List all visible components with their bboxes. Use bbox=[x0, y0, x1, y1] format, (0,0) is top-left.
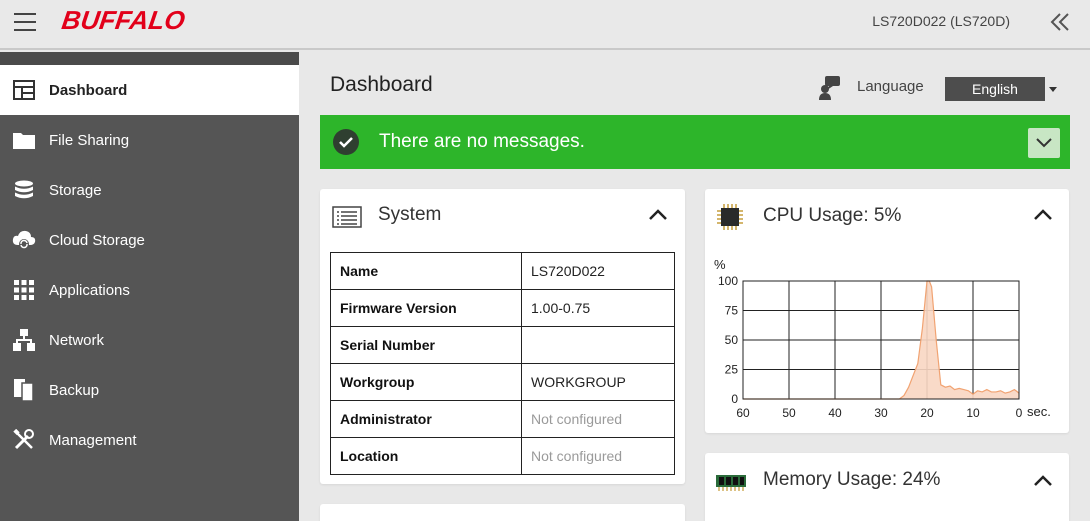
message-banner: There are no messages. bbox=[320, 115, 1070, 169]
row-value bbox=[521, 326, 675, 364]
sidebar-item-label: Storage bbox=[49, 181, 102, 199]
x-tick-label: 0 bbox=[1016, 406, 1023, 420]
memory-usage-panel: Memory Usage: 24% bbox=[705, 453, 1069, 521]
memory-usage-title: Memory Usage: 24% bbox=[763, 469, 941, 490]
table-row: Firmware Version 1.00-0.75 bbox=[330, 289, 675, 327]
sidebar-item-label: Applications bbox=[49, 281, 130, 299]
check-circle-icon bbox=[333, 129, 359, 155]
cpu-usage-panel: CPU Usage: 5% 60 50 40 30 20 10 0 100 75 50 25 0% se… bbox=[705, 189, 1069, 433]
y-tick-label: 0 bbox=[731, 392, 738, 406]
folder-icon bbox=[12, 128, 36, 152]
sidebar-item-dashboard[interactable]: Dashboard bbox=[0, 65, 299, 115]
memory-module-icon bbox=[716, 471, 746, 498]
message-text: There are no messages. bbox=[379, 131, 585, 152]
row-key: Firmware Version bbox=[330, 289, 522, 327]
network-icon bbox=[12, 328, 36, 352]
secondary-panel bbox=[320, 504, 685, 521]
sidebar-item-label: File Sharing bbox=[49, 131, 130, 149]
sidebar-item-label: Dashboard bbox=[49, 81, 128, 99]
x-tick-label: 50 bbox=[782, 406, 796, 420]
system-panel-title: System bbox=[378, 204, 442, 225]
top-bar: BUFFALO LS720D022 (LS720D) bbox=[0, 0, 1090, 50]
y-tick-label: 75 bbox=[725, 304, 739, 318]
row-key: Location bbox=[330, 437, 522, 475]
y-axis-unit-label: % bbox=[714, 257, 726, 272]
language-select[interactable]: English bbox=[945, 77, 1045, 101]
menu-icon[interactable] bbox=[14, 13, 36, 31]
row-key: Name bbox=[330, 252, 522, 290]
collapse-system-panel-chevron-up-icon[interactable] bbox=[648, 207, 670, 229]
x-tick-label: 60 bbox=[736, 406, 750, 420]
row-value: WORKGROUP bbox=[521, 363, 675, 401]
apps-grid-icon bbox=[12, 278, 36, 302]
backup-icon bbox=[12, 378, 36, 402]
tools-icon bbox=[12, 428, 36, 452]
sidebar-item-label: Backup bbox=[49, 381, 100, 399]
y-tick-label: 50 bbox=[725, 333, 739, 347]
cloud-sync-icon bbox=[12, 228, 36, 252]
table-row: Serial Number bbox=[330, 326, 675, 364]
language-speech-icon bbox=[817, 74, 843, 100]
table-row: Name LS720D022 bbox=[330, 252, 675, 290]
row-key: Administrator bbox=[330, 400, 522, 438]
expand-messages-button[interactable] bbox=[1028, 128, 1060, 158]
brand-logo: BUFFALO bbox=[59, 5, 187, 35]
sidebar-item-network[interactable]: Network bbox=[0, 315, 299, 365]
row-value: Not configured bbox=[521, 437, 675, 475]
x-tick-label: 30 bbox=[874, 406, 888, 420]
table-row: Administrator Not configured bbox=[330, 400, 675, 438]
chevron-down-icon[interactable] bbox=[1049, 87, 1057, 92]
page-title: Dashboard bbox=[330, 73, 433, 96]
sidebar-item-label: Network bbox=[49, 331, 105, 349]
main-content: Dashboard Language English There are no … bbox=[299, 52, 1090, 521]
sidebar: Dashboard File Sharing Storage Cloud Sto… bbox=[0, 52, 299, 521]
sidebar-item-label: Management bbox=[49, 431, 137, 449]
row-value: Not configured bbox=[521, 400, 675, 438]
sidebar-item-storage[interactable]: Storage bbox=[0, 165, 299, 215]
x-axis-unit-label: sec. bbox=[1027, 404, 1051, 419]
cpu-usage-chart: 60 50 40 30 20 10 01007550250%sec. bbox=[714, 257, 1051, 420]
collapse-memory-panel-chevron-up-icon[interactable] bbox=[1033, 473, 1055, 495]
language-label: Language bbox=[857, 78, 924, 95]
dashboard-icon bbox=[12, 78, 36, 102]
row-key: Workgroup bbox=[330, 363, 522, 401]
database-icon bbox=[12, 178, 36, 202]
sidebar-item-file-sharing[interactable]: File Sharing bbox=[0, 115, 299, 165]
system-info-table: Name LS720D022 Firmware Version 1.00-0.75 … bbox=[330, 252, 675, 475]
device-name: LS720D022 (LS720D) bbox=[872, 13, 1010, 29]
x-tick-label: 10 bbox=[966, 406, 980, 420]
row-value: LS720D022 bbox=[521, 252, 675, 290]
x-tick-label: 20 bbox=[920, 406, 934, 420]
system-panel: System Name LS720D022 Firmware Version 1.0… bbox=[320, 189, 685, 484]
x-tick-label: 40 bbox=[828, 406, 842, 420]
sidebar-item-label: Cloud Storage bbox=[49, 231, 145, 249]
sidebar-item-backup[interactable]: Backup bbox=[0, 365, 299, 415]
collapse-double-chevron-icon[interactable] bbox=[1048, 10, 1072, 34]
row-key: Serial Number bbox=[330, 326, 522, 364]
sidebar-item-applications[interactable]: Applications bbox=[0, 265, 299, 315]
y-tick-label: 100 bbox=[718, 274, 738, 288]
sidebar-item-management[interactable]: Management bbox=[0, 415, 299, 465]
row-value: 1.00-0.75 bbox=[521, 289, 675, 327]
system-list-icon bbox=[332, 206, 362, 233]
table-row: Workgroup WORKGROUP bbox=[330, 363, 675, 401]
table-row: Location Not configured bbox=[330, 437, 675, 475]
y-tick-label: 25 bbox=[725, 363, 739, 377]
sidebar-item-cloud-storage[interactable]: Cloud Storage bbox=[0, 215, 299, 265]
